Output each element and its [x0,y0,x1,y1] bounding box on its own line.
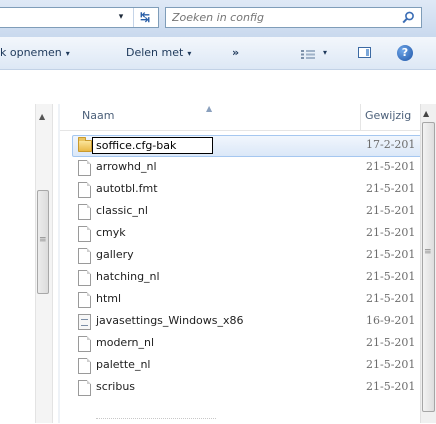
file-date: 21-5-201 [366,182,416,195]
file-date: 21-5-201 [366,292,416,305]
refresh-icon: ↹ [139,10,151,24]
file-date: 21-5-201 [366,226,416,239]
navigation-pane-scroll-thumb[interactable] [37,190,49,294]
file-name: scribus [96,380,136,393]
file-row[interactable]: javasettings_Windows_x86 16-9-201 [60,311,420,333]
include-in-library-label: k opnemen [0,46,62,59]
file-name: cmyk [96,226,126,239]
share-with-label: Delen met [126,46,184,59]
file-name: modern_nl [96,336,155,349]
file-name: arrowhd_nl [96,160,157,173]
file-date: 21-5-201 [366,248,416,261]
file-row[interactable]: classic_nl 21-5-201 [60,201,420,223]
file-date: 16-9-201 [366,314,416,327]
file-date: 21-5-201 [366,270,416,283]
file-icon [78,248,91,264]
file-row[interactable]: scribus 21-5-201 [60,377,420,399]
chevron-down-icon: ▾ [65,49,70,58]
file-row[interactable]: html 21-5-201 [60,289,420,311]
file-name: html [96,292,122,305]
scroll-up-arrow-icon[interactable]: ▲ [39,112,45,121]
refresh-button[interactable]: ↹ [133,8,156,27]
folder-icon [78,137,92,154]
search-icon[interactable] [402,11,415,24]
preview-pane-icon[interactable] [358,47,371,58]
file-date: 21-5-201 [366,204,416,217]
view-options-dropdown-button[interactable]: ▾ [323,48,327,57]
column-header-date-modified[interactable]: Gewijzig [365,109,411,122]
rename-input[interactable] [92,137,213,154]
address-dropdown-button[interactable]: ▾ [111,8,131,27]
file-icon [78,270,91,286]
file-row[interactable]: arrowhd_nl 21-5-201 [60,157,420,179]
file-row[interactable]: gallery 21-5-201 [60,245,420,267]
search-input[interactable] [172,10,382,25]
more-commands-button[interactable]: » [232,45,239,61]
share-with-button[interactable]: Delen met ▾ [126,45,191,61]
scroll-up-arrow-icon[interactable]: ▲ [423,109,429,118]
chevron-down-icon: ▾ [187,49,192,58]
column-header-name[interactable]: Naam [82,109,114,122]
search-box[interactable] [165,7,422,28]
more-commands-icon: » [232,46,240,59]
file-name: hatching_nl [96,270,160,283]
file-icon [78,336,91,352]
file-name: gallery [96,248,134,261]
include-in-library-button[interactable]: k opnemen ▾ [0,45,70,61]
file-list-scrollbar[interactable]: ▲ [420,104,436,423]
chevron-down-icon: ▾ [118,12,124,22]
file-icon [78,182,91,198]
file-row[interactable]: hatching_nl 21-5-201 [60,267,420,289]
file-icon [78,160,91,176]
view-options-icon[interactable] [301,50,315,59]
help-icon[interactable]: ? [397,45,413,61]
column-header: Naam ▲ Gewijzig [60,104,436,131]
settings-file-icon [78,314,91,330]
sort-ascending-icon: ▲ [206,104,213,113]
address-bar: ▾ ↹ [0,0,436,38]
file-icon [78,204,91,220]
file-row[interactable]: autotbl.fmt 21-5-201 [60,179,420,201]
column-divider[interactable] [360,104,361,130]
file-date: 21-5-201 [366,336,416,349]
file-icon [78,380,91,396]
file-row[interactable]: 17-2-201 [60,135,423,157]
file-list-scroll-thumb[interactable] [422,122,435,412]
partially-visible-row [96,418,216,424]
file-date: 21-5-201 [366,160,416,173]
file-date: 17-2-201 [366,138,416,151]
file-icon [78,358,91,374]
file-date: 21-5-201 [366,358,416,371]
file-date: 21-5-201 [366,380,416,393]
file-name: classic_nl [96,204,148,217]
file-row[interactable]: modern_nl 21-5-201 [60,333,420,355]
file-row[interactable]: cmyk 21-5-201 [60,223,420,245]
file-name: javasettings_Windows_x86 [96,314,244,327]
command-bar: k opnemen ▾ Delen met ▾ » ▾ ? [0,37,436,70]
file-icon [78,292,91,308]
file-row[interactable]: palette_nl 21-5-201 [60,355,420,377]
file-icon [78,226,91,242]
file-name: autotbl.fmt [96,182,158,195]
file-name: palette_nl [96,358,151,371]
